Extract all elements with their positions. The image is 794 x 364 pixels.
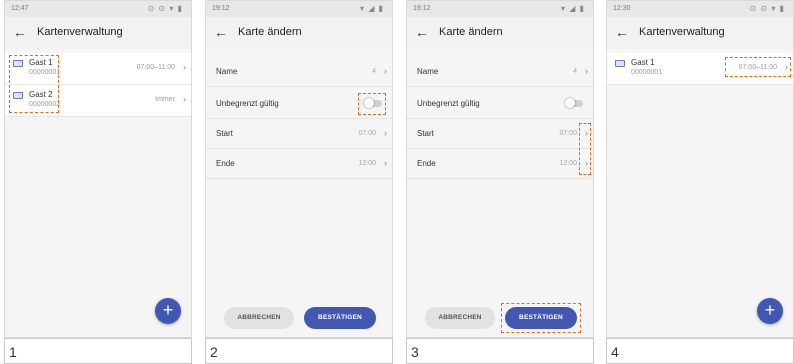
field-label: Unbegrenzt gültig [216,99,279,108]
app-bar: ← Karte ändern [206,17,392,49]
add-card-button[interactable]: + [757,298,783,324]
status-icons: ⊙ ⊙ ▾ ▮ [749,4,785,13]
field-value: 4 [372,68,376,75]
status-time: 12:30 [613,5,631,12]
field-value: 12:00 [358,160,376,167]
step-caption: 2 [205,338,393,364]
status-bar: 12:47 ⊙ ⊙ ▾ ▮ [5,1,191,17]
chevron-right-icon: › [384,158,387,168]
step-caption: 1 [4,338,192,364]
card-icon [615,60,625,67]
field-label: Start [216,129,233,138]
status-time: 12:47 [11,5,29,12]
name-field[interactable]: Name 4 › [407,57,593,87]
start-field[interactable]: Start 07:00 › [206,119,392,149]
chevron-right-icon: › [183,94,186,104]
status-icons: ▾ ◢ ▮ [359,4,384,13]
panel-4: 12:30 ⊙ ⊙ ▾ ▮ ← Kartenverwaltung Gast 1 … [606,0,794,364]
card-validity: 07:00–11:00 [136,64,175,71]
start-field[interactable]: Start 07:00 › [407,119,593,149]
chevron-right-icon: › [585,66,588,76]
field-label: Name [417,67,439,76]
field-value: 07:00 [358,130,376,137]
add-card-button[interactable]: + [155,298,181,324]
confirm-button[interactable]: BESTÄTIGEN [304,307,376,329]
name-field[interactable]: Name 4 › [206,57,392,87]
card-name: Gast 1 [631,58,655,67]
step-number: 3 [411,344,419,360]
phone-screen: 19:12 ▾ ◢ ▮ ← Karte ändern Name 4 › Unbe… [205,0,393,338]
cancel-button[interactable]: ABBRECHEN [425,307,495,329]
unlimited-toggle-row: Unbegrenzt gültig [407,89,593,119]
field-label: Ende [417,159,436,168]
edit-form: Name 4 › Unbegrenzt gültig Start 07:00 ›… [206,49,392,337]
step-number: 1 [9,344,17,360]
step-number: 2 [210,344,218,360]
field-value: 4 [573,68,577,75]
status-icons: ▾ ◢ ▮ [560,4,585,13]
unlimited-toggle[interactable] [565,98,583,108]
app-bar: ← Kartenverwaltung [5,17,191,49]
phone-screen: 12:30 ⊙ ⊙ ▾ ▮ ← Kartenverwaltung Gast 1 … [606,0,794,338]
step-caption: 4 [606,338,794,364]
back-arrow-icon[interactable]: ← [415,24,429,40]
back-arrow-icon[interactable]: ← [13,24,27,40]
back-arrow-icon[interactable]: ← [615,24,629,40]
panel-2: 19:12 ▾ ◢ ▮ ← Karte ändern Name 4 › Unbe… [205,0,393,364]
card-list: Gast 1 00000001 07:00–11:00 › [607,49,793,337]
status-bar: 12:30 ⊙ ⊙ ▾ ▮ [607,1,793,17]
status-bar: 19:12 ▾ ◢ ▮ [206,1,392,17]
card-list: Gast 1 00000001 07:00–11:00 › Gast 2 000… [5,49,191,337]
field-value: 07:00 [559,130,577,137]
highlight-marker [725,57,791,77]
cancel-button[interactable]: ABBRECHEN [224,307,294,329]
step-caption: 3 [406,338,594,364]
highlight-marker [9,55,59,113]
highlight-marker [501,303,581,333]
field-label: Name [216,67,238,76]
edit-form: Name 4 › Unbegrenzt gültig Start 07:00 ›… [407,49,593,337]
status-bar: 19:12 ▾ ◢ ▮ [407,1,593,17]
app-bar: ← Karte ändern [407,17,593,49]
page-title: Karte ändern [238,26,302,38]
card-validity: Immer [155,96,175,103]
page-title: Karte ändern [439,26,503,38]
end-field[interactable]: Ende 12:00 › [206,149,392,179]
phone-screen: 19:12 ▾ ◢ ▮ ← Karte ändern Name 4 › Unbe… [406,0,594,338]
status-icons: ⊙ ⊙ ▾ ▮ [147,4,183,13]
field-label: Ende [216,159,235,168]
step-number: 4 [611,344,619,360]
chevron-right-icon: › [384,128,387,138]
card-number: 00000001 [631,69,663,76]
highlight-marker [579,123,591,175]
field-label: Start [417,129,434,138]
status-time: 19:12 [212,5,230,12]
phone-screen: 12:47 ⊙ ⊙ ▾ ▮ ← Kartenverwaltung Gast 1 … [4,0,192,338]
app-bar: ← Kartenverwaltung [607,17,793,49]
toggle-knob [565,98,575,108]
status-time: 19:12 [413,5,431,12]
panel-3: 19:12 ▾ ◢ ▮ ← Karte ändern Name 4 › Unbe… [406,0,594,364]
chevron-right-icon: › [384,66,387,76]
field-label: Unbegrenzt gültig [417,99,480,108]
field-value: 12:00 [559,160,577,167]
panel-1: 12:47 ⊙ ⊙ ▾ ▮ ← Kartenverwaltung Gast 1 … [4,0,192,364]
back-arrow-icon[interactable]: ← [214,24,228,40]
highlight-marker [358,93,386,115]
chevron-right-icon: › [183,62,186,72]
page-title: Kartenverwaltung [37,26,123,38]
page-title: Kartenverwaltung [639,26,725,38]
end-field[interactable]: Ende 12:00 › [407,149,593,179]
